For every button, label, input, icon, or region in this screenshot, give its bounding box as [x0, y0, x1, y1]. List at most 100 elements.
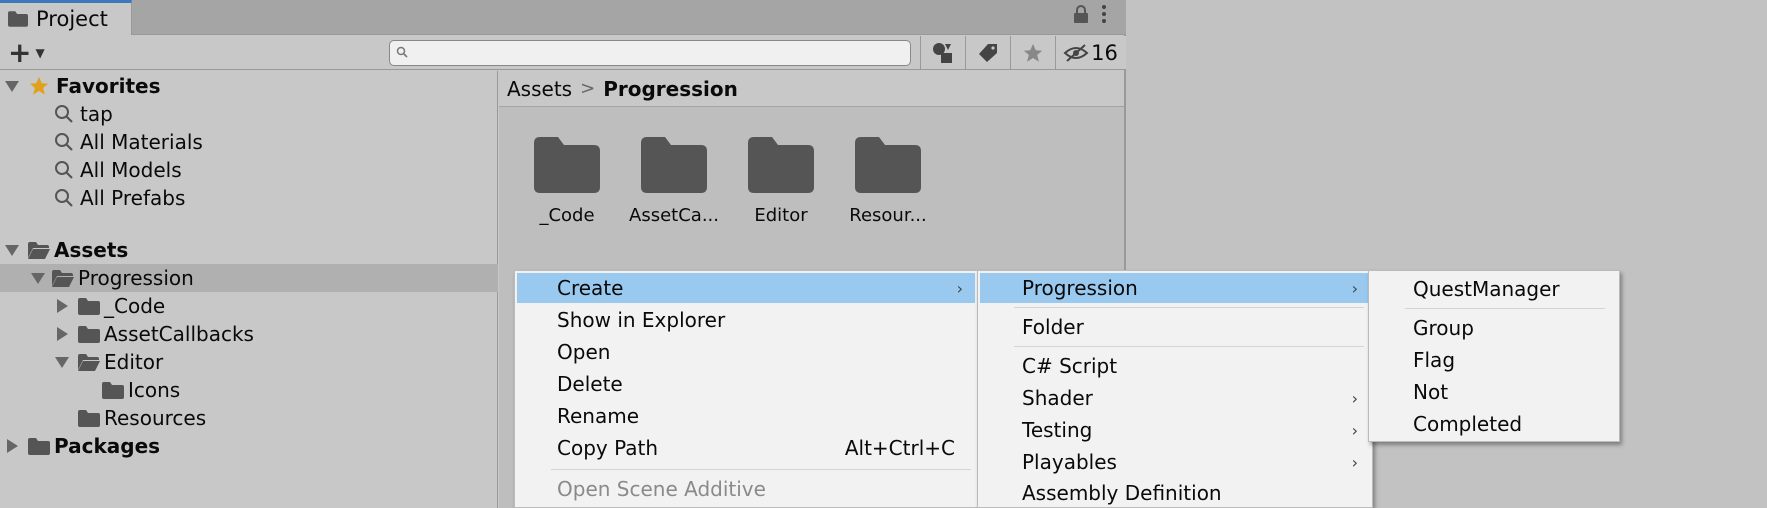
breadcrumb: Assets > Progression — [499, 71, 1124, 107]
menu-item-open[interactable]: Open — [517, 337, 975, 367]
menu-label: Flag — [1413, 348, 1456, 372]
menu-label: Open — [557, 340, 611, 364]
tree-assets[interactable]: Assets — [0, 236, 498, 264]
menu-item-not[interactable]: Not — [1371, 377, 1617, 407]
more-options-icon[interactable] — [1102, 5, 1106, 23]
menu-label: Group — [1413, 316, 1474, 340]
menu-label: Progression — [1022, 276, 1138, 300]
expand-arrow-icon[interactable] — [54, 326, 70, 342]
menu-item-playables[interactable]: Playables › — [980, 447, 1370, 477]
breadcrumb-progression[interactable]: Progression — [603, 77, 738, 101]
grid-item-label: Resour... — [849, 205, 927, 226]
menu-label: Shader — [1022, 386, 1093, 410]
menu-item-completed[interactable]: Completed — [1371, 409, 1617, 439]
expand-arrow-icon[interactable] — [30, 270, 46, 286]
menu-item-testing[interactable]: Testing › — [980, 415, 1370, 445]
menu-label: Completed — [1413, 412, 1523, 436]
menu-label: Create — [557, 276, 624, 300]
menu-label: C# Script — [1022, 354, 1118, 378]
folder-open-icon — [28, 241, 50, 259]
favorite-item-all-prefabs[interactable]: All Prefabs — [0, 184, 498, 212]
tree-code[interactable]: _Code — [0, 292, 498, 320]
favorite-item-tap[interactable]: tap — [0, 100, 498, 128]
expand-arrow-icon[interactable] — [54, 354, 70, 370]
grid-folder-code[interactable]: _Code — [519, 137, 615, 226]
tab-project[interactable]: Project — [0, 0, 132, 35]
lock-icon[interactable] — [1074, 5, 1088, 23]
tree-label: All Models — [80, 158, 182, 182]
folder-icon — [748, 137, 814, 193]
create-dropdown-button[interactable]: + ▼ — [8, 39, 56, 67]
grid-item-label: _Code — [539, 205, 595, 226]
tree-label: All Prefabs — [80, 186, 186, 210]
menu-label: QuestManager — [1413, 277, 1560, 301]
menu-item-copy-path[interactable]: Copy Path Alt+Ctrl+C — [517, 433, 975, 463]
grid-folder-editor[interactable]: Editor — [733, 137, 829, 226]
tree-label: Packages — [54, 434, 161, 458]
tree-label: tap — [80, 102, 113, 126]
menu-item-flag[interactable]: Flag — [1371, 345, 1617, 375]
search-by-type-button[interactable] — [920, 36, 965, 70]
tab-bar: Project — [0, 0, 1126, 35]
create-submenu: Progression › Folder C# Script Shader › … — [977, 270, 1373, 508]
expand-arrow-icon[interactable] — [4, 78, 20, 94]
tree-asset-callbacks[interactable]: AssetCallbacks — [0, 320, 498, 348]
hidden-packages-toggle[interactable]: 16 — [1055, 36, 1125, 70]
shapes-icon — [933, 43, 952, 63]
chevron-right-icon: › — [1351, 420, 1358, 440]
chevron-right-icon: › — [1351, 278, 1358, 298]
search-input[interactable] — [389, 40, 911, 66]
menu-item-shader[interactable]: Shader › — [980, 383, 1370, 413]
tree-packages[interactable]: Packages — [0, 432, 498, 460]
menu-label: Assembly Definition — [1022, 481, 1222, 505]
tree-progression[interactable]: Progression — [0, 264, 498, 292]
progression-submenu: QuestManager Group Flag Not Completed — [1368, 270, 1620, 442]
menu-item-folder[interactable]: Folder — [980, 312, 1370, 342]
folder-icon — [102, 381, 124, 399]
menu-item-progression[interactable]: Progression › — [980, 273, 1370, 303]
tree-favorites[interactable]: Favorites — [0, 72, 498, 100]
menu-separator — [1014, 346, 1364, 347]
favorite-item-all-materials[interactable]: All Materials — [0, 128, 498, 156]
menu-label: Copy Path — [557, 436, 659, 460]
menu-item-rename[interactable]: Rename — [517, 401, 975, 431]
toolbar: + ▼ 16 — [0, 36, 1126, 70]
grid-item-label: AssetCa... — [629, 205, 719, 226]
breadcrumb-assets[interactable]: Assets — [507, 77, 572, 101]
folder-icon — [28, 437, 50, 455]
menu-item-csharp-script[interactable]: C# Script — [980, 351, 1370, 381]
chevron-right-icon: › — [956, 278, 963, 298]
expand-arrow-icon[interactable] — [4, 438, 20, 454]
tree-label: Progression — [78, 266, 194, 290]
menu-item-delete[interactable]: Delete — [517, 369, 975, 399]
menu-label: Testing — [1022, 418, 1093, 442]
expand-arrow-icon[interactable] — [4, 242, 20, 258]
grid-folder-resources[interactable]: Resour... — [840, 137, 936, 226]
tree-icons[interactable]: Icons — [0, 376, 498, 404]
menu-label: Delete — [557, 372, 623, 396]
expand-arrow-icon[interactable] — [54, 298, 70, 314]
menu-item-questmanager[interactable]: QuestManager — [1371, 274, 1617, 304]
search-by-label-button[interactable] — [965, 36, 1010, 70]
menu-item-assembly-definition[interactable]: Assembly Definition — [980, 478, 1370, 508]
favorite-item-all-models[interactable]: All Models — [0, 156, 498, 184]
menu-label: Rename — [557, 404, 640, 428]
grid-item-label: Editor — [754, 205, 808, 226]
folder-icon — [855, 137, 921, 193]
tree-label: Favorites — [56, 74, 161, 98]
folder-icon — [534, 137, 600, 193]
chevron-right-icon: › — [1351, 388, 1358, 408]
favorites-toggle-button[interactable] — [1010, 36, 1055, 70]
tree-label: All Materials — [80, 130, 203, 154]
chevron-right-icon: > — [580, 78, 596, 99]
grid-folder-assetcallbacks[interactable]: AssetCa... — [626, 137, 722, 226]
tree-label: _Code — [104, 294, 166, 318]
tree-label: Editor — [104, 350, 164, 374]
tree-editor[interactable]: Editor — [0, 348, 498, 376]
tree-resources[interactable]: Resources — [0, 404, 498, 432]
menu-item-create[interactable]: Create › — [517, 273, 975, 303]
tag-icon — [979, 44, 997, 62]
menu-item-show-in-explorer[interactable]: Show in Explorer — [517, 305, 975, 335]
tree-label: Icons — [128, 378, 181, 402]
menu-item-group[interactable]: Group — [1371, 313, 1617, 343]
